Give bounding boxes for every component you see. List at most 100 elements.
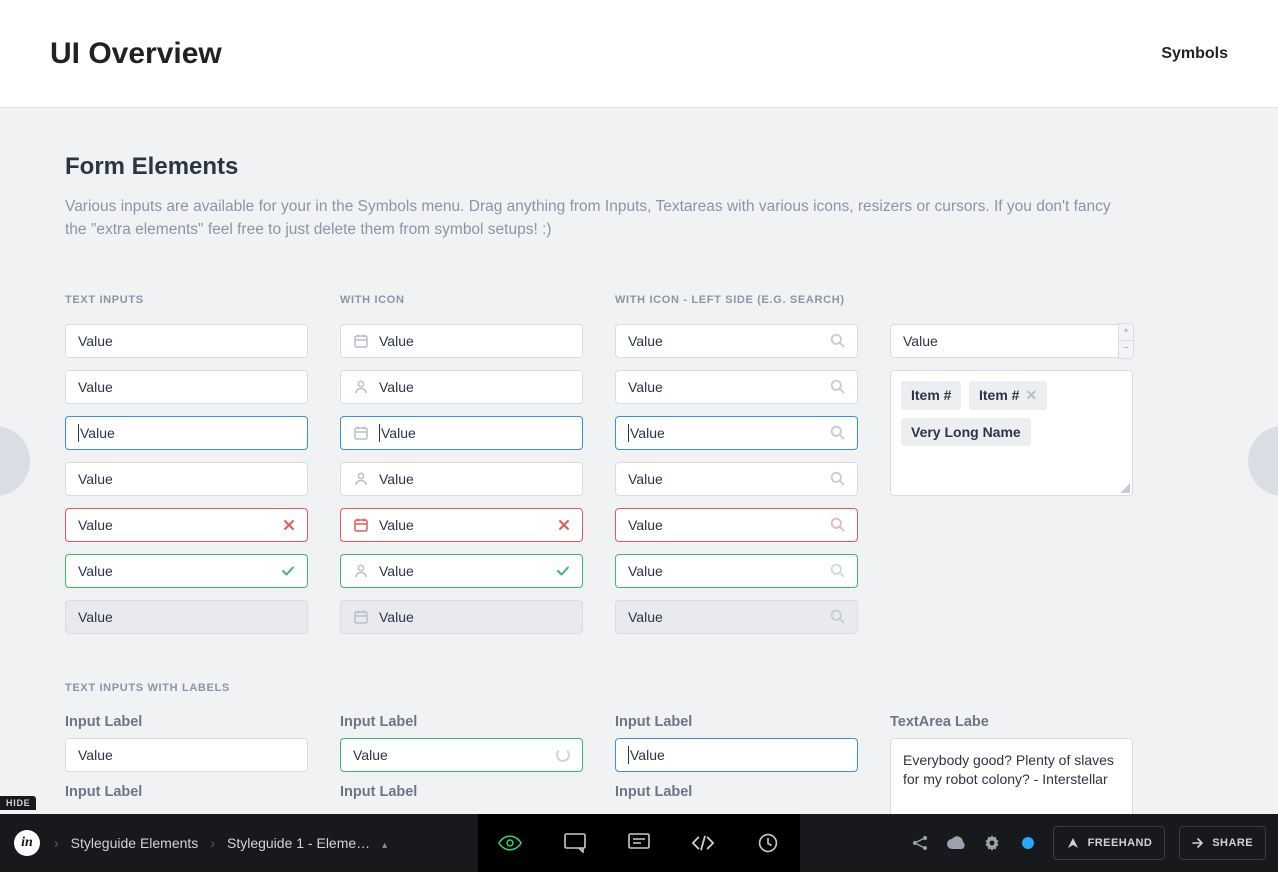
inspect-tool[interactable] [691,831,715,855]
search-input-focused[interactable]: Value [615,416,858,450]
preview-tool[interactable] [498,831,522,855]
input-value: Value [379,471,414,487]
group-label-with-icon-left: WITH ICON - LEFT SIDE (E.G. SEARCH) [615,294,858,308]
text-cursor [628,746,629,764]
group-label-text-inputs: TEXT INPUTS [65,294,308,308]
input-value: Value [630,425,665,441]
text-input-focused[interactable]: Value [65,416,308,450]
input-value: Value [628,517,663,533]
bottom-bar: HIDE in › Styleguide Elements › Stylegui… [0,814,1278,872]
input-label: Input Label [340,784,583,800]
user-icon [353,563,369,579]
share-button[interactable]: SHARE [1179,826,1266,860]
labeled-col-4: TextArea Labe Everybody good? Plenty of … [890,712,1133,815]
icon-input-calendar-focused[interactable]: Value [340,416,583,450]
tag-item-removable[interactable]: Item # ✕ [969,381,1047,410]
input-label: Input Label [615,714,858,730]
page-canvas: Form Elements Various inputs are availab… [0,108,1278,814]
freehand-button[interactable]: FREEHAND [1053,826,1166,860]
search-input-default-3[interactable]: Value [615,462,858,496]
search-icon [830,609,845,624]
input-value: Value [379,609,414,625]
group-label-with-icon: WITH ICON [340,294,583,308]
input-value: Value [379,379,414,395]
search-icon [830,563,845,578]
input-label: Input Label [340,714,583,730]
icon-input-disabled: Value [340,600,583,634]
input-value: Value [630,747,665,763]
invision-logo[interactable]: in [14,830,40,856]
labeled-columns: Input Label Value Input Label Input Labe… [65,712,1213,815]
resize-handle[interactable] [1120,483,1130,493]
input-value: Value [78,609,113,625]
search-icon [830,471,845,486]
search-icon [830,333,845,348]
search-input-default-2[interactable]: Value [615,370,858,404]
col-text-inputs: TEXT INPUTS Value Value Value Value Valu… [65,294,308,646]
breadcrumb-screen[interactable]: Styleguide 1 - Eleme… ▴ [227,835,387,851]
share-label: SHARE [1212,837,1253,849]
labeled-col-2: Input Label Value Input Label [340,712,583,815]
icon-input-error[interactable]: Value [340,508,583,542]
col-with-icon: WITH ICON Value Value Value Value Value [340,294,583,646]
share-link-icon[interactable] [909,832,931,854]
labeled-col-3: Input Label Value Input Label [615,712,858,815]
page-title: UI Overview [50,37,222,71]
labeled-col-1: Input Label Value Input Label [65,712,308,815]
labeled-input[interactable]: Value [65,738,308,772]
stepper-input[interactable]: Value + − [890,324,1133,358]
status-dot-icon[interactable] [1017,832,1039,854]
tag-remove-icon[interactable]: ✕ [1025,387,1037,404]
calendar-icon [353,425,369,441]
tag-input[interactable]: Item # Item # ✕ Very Long Name [890,370,1133,496]
input-value: Value [80,425,115,441]
tag-item[interactable]: Item # [901,381,961,410]
center-tools [478,814,800,872]
next-screen-button[interactable] [1248,426,1278,496]
cloud-icon[interactable] [945,832,967,854]
hide-button[interactable]: HIDE [0,796,36,810]
user-icon [353,471,369,487]
text-input-error[interactable]: Value [65,508,308,542]
stepper-down[interactable]: − [1118,341,1134,359]
input-value: Value [628,609,663,625]
input-value: Value [353,747,388,763]
history-tool[interactable] [756,831,780,855]
stepper-up[interactable]: + [1118,323,1134,341]
input-value: Value [78,333,113,349]
input-value: Value [628,563,663,579]
text-input-success[interactable]: Value [65,554,308,588]
prev-screen-button[interactable] [0,426,30,496]
icon-input-user-2[interactable]: Value [340,462,583,496]
spinner-icon [556,748,570,762]
chevron-right-icon: › [210,835,215,851]
breadcrumb-project[interactable]: Styleguide Elements [71,835,199,851]
labeled-input-loading[interactable]: Value [340,738,583,772]
search-input-success[interactable]: Value [615,554,858,588]
input-value: Value [379,563,414,579]
top-bar: UI Overview Symbols [0,0,1278,108]
text-input-default[interactable]: Value [65,324,308,358]
text-input-default-2[interactable]: Value [65,370,308,404]
icon-input-calendar[interactable]: Value [340,324,583,358]
freehand-label: FREEHAND [1088,837,1153,849]
labeled-input-focused[interactable]: Value [615,738,858,772]
input-label: Input Label [65,784,308,800]
text-input-default-3[interactable]: Value [65,462,308,496]
comment-mode-tool[interactable] [627,831,651,855]
chevron-right-icon: › [54,835,59,851]
icon-input-user[interactable]: Value [340,370,583,404]
search-input-default[interactable]: Value [615,324,858,358]
success-icon [281,564,295,578]
tag-item-long[interactable]: Very Long Name [901,418,1031,446]
input-label: Input Label [615,784,858,800]
search-input-error[interactable]: Value [615,508,858,542]
settings-icon[interactable] [981,832,1003,854]
comment-tool[interactable] [563,831,587,855]
top-right-link[interactable]: Symbols [1161,45,1228,63]
input-value: Value [78,379,113,395]
textarea[interactable]: Everybody good? Plenty of slaves for my … [890,738,1133,815]
textarea-label: TextArea Labe [890,714,1133,730]
icon-input-success[interactable]: Value [340,554,583,588]
error-icon [558,519,570,531]
